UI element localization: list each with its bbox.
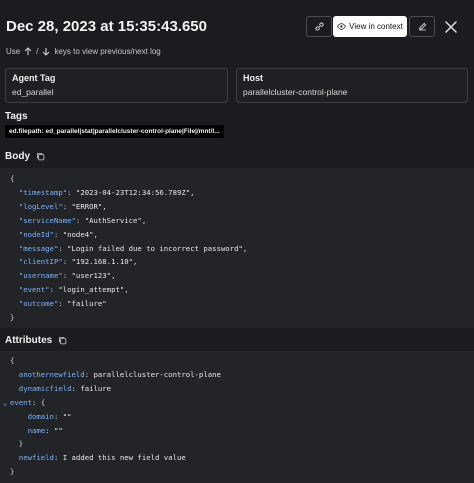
host-label: Host <box>243 73 263 83</box>
attr-event-line[interactable]: ⌄ event: { <box>3 396 474 410</box>
view-in-context-label: View in context <box>349 22 403 31</box>
attr-line: anothernewfield: parallelcluster-control… <box>18 369 221 379</box>
copy-attributes-icon[interactable] <box>58 336 67 345</box>
host-card: Host parallelcluster-control-plane <box>236 68 468 103</box>
tags-title-text: Tags <box>5 111 28 122</box>
attr-close-brace: } <box>10 467 15 477</box>
tag-chip[interactable]: ed.filepath: ed_parallel|stat|parallelcl… <box>5 125 224 138</box>
host-value: parallelcluster-control-plane <box>243 87 348 97</box>
attr-line: } <box>18 439 24 449</box>
close-button[interactable] <box>440 16 462 38</box>
attr-line: domain: "" <box>27 411 72 421</box>
attr-open-brace: { <box>10 356 15 365</box>
agent-tag-value: ed_parallel <box>12 87 54 97</box>
arrow-up-icon <box>24 47 32 56</box>
attr-line: name: "" <box>27 425 63 435</box>
tags-section-title: Tags <box>5 111 28 122</box>
body-section-title: Body <box>5 151 45 162</box>
hint-prefix: Use <box>6 47 21 56</box>
arrow-down-icon <box>42 47 50 56</box>
attr-line: dynamicfield: failure <box>18 383 112 393</box>
link-icon <box>314 21 325 32</box>
json-line: "timestamp": "2023-04-23T12:34:56.789Z", <box>18 187 195 197</box>
edit-icon <box>417 21 428 32</box>
view-in-context-button[interactable]: View in context <box>333 16 407 37</box>
close-icon <box>445 21 457 33</box>
copy-link-button[interactable] <box>306 16 332 37</box>
json-line: "outcome": "failure" <box>18 299 107 309</box>
json-line: "clientIP": "192.168.1.10", <box>18 257 138 267</box>
log-timestamp-title: Dec 28, 2023 at 15:35:43.650 <box>6 18 207 35</box>
json-open-brace: { <box>10 174 15 183</box>
attributes-panel: { anothernewfield: parallelcluster-contr… <box>0 351 474 483</box>
edit-button[interactable] <box>409 16 435 37</box>
agent-tag-card: Agent Tag ed_parallel <box>5 68 228 103</box>
keyboard-hint: Use / keys to view previous/next log <box>6 47 161 56</box>
attr-line: newfield: I added this new field value <box>18 453 186 463</box>
copy-body-icon[interactable] <box>36 152 45 161</box>
attributes-title-text: Attributes <box>5 335 53 346</box>
hint-suffix: keys to view previous/next log <box>54 47 161 56</box>
json-line: "event": "login_attempt", <box>18 285 129 295</box>
json-line: "logLevel": "ERROR", <box>18 201 107 211</box>
log-detail-header: Dec 28, 2023 at 15:35:43.650 View in con… <box>0 0 474 52</box>
collapse-caret-icon[interactable]: ⌄ <box>3 396 10 410</box>
attributes-section-title: Attributes <box>5 335 67 346</box>
json-line: "username": "user123", <box>18 271 116 281</box>
json-line: "message": "Login failed due to incorrec… <box>18 243 248 253</box>
eye-icon <box>337 22 347 31</box>
json-close-brace: } <box>10 313 15 323</box>
json-line: "serviceName": "AuthService", <box>18 215 147 225</box>
hint-separator: / <box>36 47 39 56</box>
agent-tag-label: Agent Tag <box>12 73 56 83</box>
body-title-text: Body <box>5 151 30 162</box>
json-line: "nodeId": "node4", <box>18 229 98 239</box>
body-json-panel: { "timestamp": "2023-04-23T12:34:56.789Z… <box>0 168 474 328</box>
